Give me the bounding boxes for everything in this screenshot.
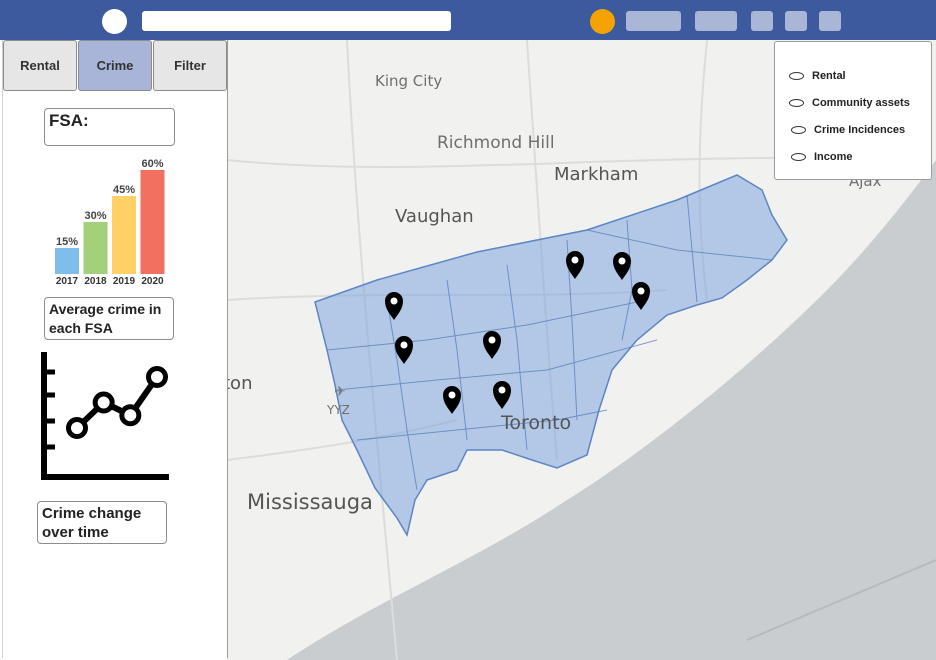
bar-category-label: 2020 — [141, 276, 164, 287]
tab-crime[interactable]: Crime — [78, 40, 152, 91]
legend-item-rental[interactable]: Rental — [789, 68, 846, 84]
nav-button-1[interactable] — [626, 11, 681, 31]
nav-button-3[interactable] — [751, 11, 773, 31]
line-point — [119, 404, 142, 427]
bar-category-label: 2019 — [113, 276, 136, 287]
bar-data-label: 30% — [84, 210, 106, 222]
place-label-richmond-hill: Richmond Hill — [437, 133, 555, 153]
left-panel: Rental Crime Filter FSA: 15% 2017 30% 2018 4… — [2, 40, 228, 658]
nav-button-5[interactable] — [819, 11, 841, 31]
bar-data-label: 45% — [113, 184, 135, 196]
legend-item-community-assets[interactable]: Community assets — [789, 95, 910, 111]
notification-icon[interactable] — [590, 9, 615, 34]
place-label-toronto: Toronto — [500, 412, 571, 434]
radio-icon[interactable] — [791, 153, 806, 161]
place-label-mississauga: Mississauga — [247, 490, 373, 514]
place-label-yyz: YYZ — [326, 403, 350, 417]
line-point — [92, 391, 115, 414]
crime-bar-chart: 15% 2017 30% 2018 45% 2019 60% 2020 — [55, 158, 165, 287]
radio-icon[interactable] — [789, 99, 804, 107]
bar — [112, 196, 136, 274]
radio-icon[interactable] — [791, 126, 806, 134]
crime-change-label[interactable]: Crime change over time — [37, 501, 167, 544]
search-input[interactable] — [142, 11, 451, 31]
legend-label: Crime Incidences — [814, 124, 906, 136]
layer-legend: Rental Community assets Crime Incidences… — [774, 41, 932, 180]
place-label-vaughan: Vaughan — [395, 206, 474, 227]
bar — [140, 170, 165, 274]
legend-item-crime-incidences[interactable]: Crime Incidences — [791, 122, 905, 138]
bar-category-label: 2017 — [56, 276, 79, 287]
airport-icon: ✈ — [334, 383, 346, 399]
place-label-markham: Markham — [554, 164, 638, 185]
legend-item-income[interactable]: Income — [791, 149, 853, 165]
legend-label: Income — [814, 151, 853, 163]
crime-line-chart — [41, 352, 169, 480]
place-label-partial: ton — [227, 373, 252, 394]
tab-filter[interactable]: Filter — [153, 40, 227, 91]
bar — [83, 222, 108, 274]
line-point — [146, 366, 168, 388]
legend-label: Rental — [812, 70, 846, 82]
top-navigation-bar — [0, 0, 936, 40]
line-point — [66, 417, 88, 439]
fsa-field[interactable]: FSA: — [44, 108, 175, 146]
place-label-king-city: King City — [375, 72, 442, 90]
bar-category-label: 2018 — [84, 276, 107, 287]
nav-button-4[interactable] — [785, 11, 807, 31]
bar-data-label: 15% — [56, 236, 78, 248]
radio-icon[interactable] — [789, 72, 804, 80]
line-series — [74, 375, 160, 431]
legend-label: Community assets — [812, 97, 910, 109]
bar-data-label: 60% — [141, 158, 163, 170]
bar — [55, 248, 79, 274]
average-crime-label[interactable]: Average crime in each FSA — [44, 297, 174, 340]
tab-rental[interactable]: Rental — [3, 40, 77, 91]
avatar[interactable] — [102, 9, 127, 34]
nav-button-2[interactable] — [695, 11, 737, 31]
